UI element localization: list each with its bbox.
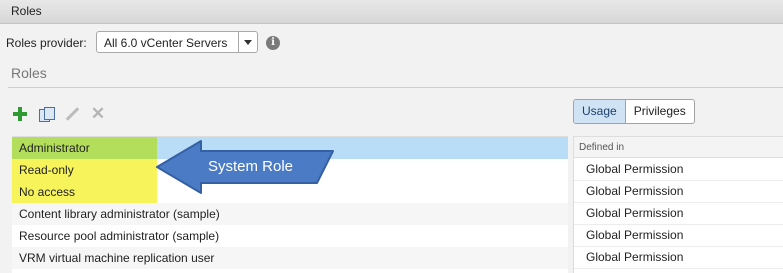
window-title-bar: Roles bbox=[0, 0, 783, 24]
defined-in-value: Global Permission bbox=[586, 250, 684, 264]
table-row[interactable]: Global Permission bbox=[574, 224, 783, 247]
roles-provider-label: Roles provider: bbox=[6, 36, 87, 50]
table-row[interactable]: Global Permission bbox=[574, 158, 783, 181]
callout-label: System Role bbox=[208, 158, 294, 175]
role-name: Content library administrator (sample) bbox=[19, 207, 220, 221]
clone-role-icon[interactable] bbox=[38, 106, 55, 122]
list-item-role[interactable]: Content library administrator (sample) bbox=[12, 203, 568, 225]
defined-in-label: Defined in bbox=[579, 142, 625, 153]
role-name: No access bbox=[19, 185, 76, 199]
edit-role-icon[interactable] bbox=[64, 106, 80, 122]
info-icon[interactable]: i bbox=[266, 36, 280, 50]
defined-in-value: Global Permission bbox=[586, 162, 684, 176]
privileges-tab[interactable]: Privileges bbox=[626, 100, 694, 123]
list-item-role[interactable]: VRM virtual machine replication user bbox=[12, 247, 568, 269]
table-row[interactable]: Global Permission bbox=[574, 246, 783, 269]
section-heading: Roles bbox=[11, 65, 47, 81]
roles-provider-value: All 6.0 vCenter Servers bbox=[104, 36, 228, 50]
defined-in-value: Global Permission bbox=[586, 228, 684, 242]
heading-divider bbox=[8, 87, 783, 88]
defined-in-value: Global Permission bbox=[586, 206, 684, 220]
role-name: Read-only bbox=[19, 163, 74, 177]
usage-tab[interactable]: Usage bbox=[574, 100, 626, 123]
role-name: VRM virtual machine replication user bbox=[19, 251, 215, 265]
role-name: Administrator bbox=[19, 141, 90, 155]
list-item-role[interactable]: Resource pool administrator (sample) bbox=[12, 225, 568, 247]
add-role-icon[interactable] bbox=[12, 106, 28, 122]
window-title: Roles bbox=[11, 4, 42, 18]
delete-role-icon[interactable]: ✕ bbox=[90, 105, 106, 122]
defined-in-value: Global Permission bbox=[586, 184, 684, 198]
role-name: Resource pool administrator (sample) bbox=[19, 229, 220, 243]
table-row[interactable]: Global Permission bbox=[574, 180, 783, 203]
view-toggle: Usage Privileges bbox=[573, 99, 695, 124]
defined-in-header[interactable]: Defined in bbox=[574, 137, 783, 158]
usage-panel: Defined in Global Permission Global Perm… bbox=[573, 136, 783, 273]
table-row[interactable]: Global Permission bbox=[574, 202, 783, 225]
chevron-down-icon[interactable] bbox=[238, 32, 257, 52]
roles-provider-dropdown[interactable]: All 6.0 vCenter Servers bbox=[96, 31, 258, 53]
